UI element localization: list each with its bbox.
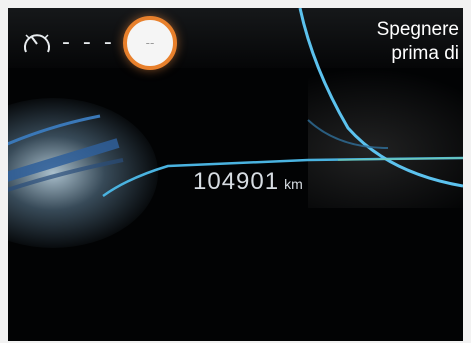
left-arc-lower [8,158,124,192]
instrument-cluster-display: - - - -- Spegnere prima di 104901 km [8,8,463,341]
odometer-value: 104901 [193,168,280,195]
speed-limit-value: -- [145,36,155,50]
left-arc-top [8,114,101,146]
odometer-unit: km [284,176,303,192]
warning-message-line1: Spegnere [376,19,459,40]
speed-limit-dashes: - - - [62,30,115,55]
photo-frame: - - - -- Spegnere prima di 104901 km [0,0,471,343]
speedometer-icon [20,26,54,60]
warning-message: Spegnere prima di [377,18,459,66]
right-dial-inner [307,119,389,149]
speed-limit-badge: -- [123,16,177,70]
odometer: 104901 km [193,168,303,196]
warning-message-line2: prima di [391,43,459,64]
